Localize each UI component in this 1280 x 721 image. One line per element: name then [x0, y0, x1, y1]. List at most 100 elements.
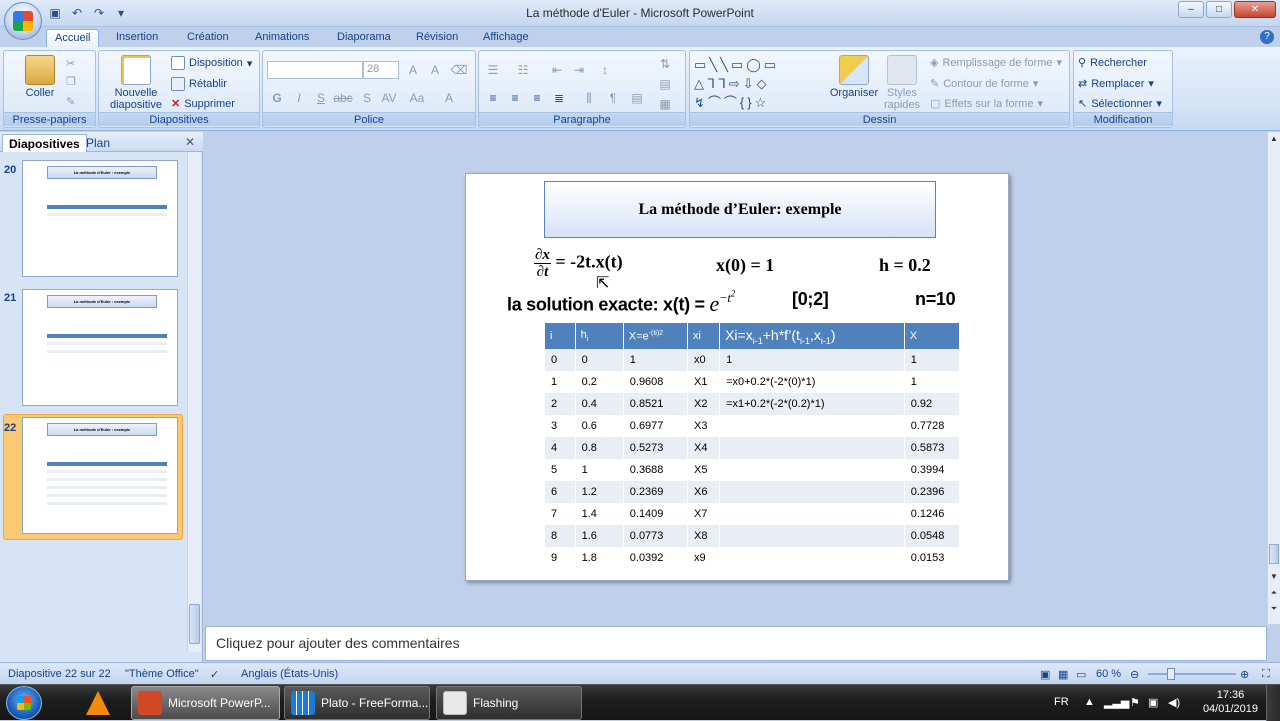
format-painter-icon[interactable]: ✎: [66, 95, 75, 108]
cell-i[interactable]: 8: [545, 525, 576, 547]
euler-table[interactable]: i hi X=e-(ti)2 xi Xi=xi-1+h*f’(ti-1,xi-1…: [545, 323, 961, 569]
grow-font-icon[interactable]: A: [403, 61, 423, 79]
tab-insertion[interactable]: Insertion: [108, 29, 166, 47]
cell-exact[interactable]: 0.6977: [623, 415, 688, 437]
delete-slide-button[interactable]: ✕ Supprimer: [171, 97, 235, 111]
help-icon[interactable]: ?: [1260, 30, 1274, 44]
cell-exact[interactable]: 0.2369: [623, 481, 688, 503]
cell-xi[interactable]: X2: [687, 393, 721, 415]
taskbar-powerpoint[interactable]: Microsoft PowerP...: [131, 686, 280, 720]
font-color-icon[interactable]: A: [439, 89, 459, 107]
clear-format-icon[interactable]: ⌫: [449, 61, 469, 79]
change-case-icon[interactable]: Aa: [407, 89, 427, 107]
network-icon[interactable]: ▣: [1148, 696, 1158, 709]
scroll-up-icon[interactable]: ▲: [1269, 134, 1279, 143]
cell-x[interactable]: 0.1246: [904, 503, 961, 525]
slideshow-view-icon[interactable]: ▭: [1076, 668, 1086, 681]
spellcheck-icon[interactable]: ✓: [210, 668, 219, 681]
cell-hi[interactable]: 0.6: [575, 415, 624, 437]
cell-exact[interactable]: 0.8521: [623, 393, 688, 415]
zoom-slider-knob[interactable]: [1167, 668, 1175, 680]
language-indicator[interactable]: FR: [1054, 696, 1069, 708]
restore-button[interactable]: □: [1206, 1, 1232, 18]
smartart-icon[interactable]: ▦: [655, 95, 675, 113]
quick-styles-button[interactable]: Styles rapides: [880, 55, 924, 111]
bullets-icon[interactable]: ☰: [483, 61, 503, 79]
volume-icon[interactable]: ◀): [1168, 696, 1180, 709]
notes-pane[interactable]: Cliquez pour ajouter des commentaires: [205, 626, 1267, 661]
cell-xi[interactable]: X1: [687, 371, 721, 393]
cell-x[interactable]: 1: [904, 349, 961, 371]
cell-formula[interactable]: [719, 547, 905, 569]
panel-scrollbar[interactable]: [187, 152, 201, 652]
previous-slide-icon[interactable]: ⏶: [1269, 588, 1279, 598]
arrange-button[interactable]: Organiser: [824, 55, 884, 99]
cell-hi[interactable]: 0: [575, 349, 624, 371]
cell-exact[interactable]: 0.0392: [623, 547, 688, 569]
cell-hi[interactable]: 0.2: [575, 371, 624, 393]
n-value[interactable]: n=10: [915, 289, 956, 310]
zoom-out-icon[interactable]: ⊖: [1130, 668, 1139, 681]
vlc-icon[interactable]: [86, 691, 110, 715]
cell-exact[interactable]: 1: [623, 349, 688, 371]
cell-i[interactable]: 7: [545, 503, 576, 525]
cut-icon[interactable]: ✂: [66, 57, 75, 70]
cell-hi[interactable]: 1.4: [575, 503, 624, 525]
cell-x[interactable]: 0.92: [904, 393, 961, 415]
cell-exact[interactable]: 0.3688: [623, 459, 688, 481]
select-button[interactable]: ↖ Sélectionner ▾: [1078, 97, 1162, 111]
close-panel-icon[interactable]: ✕: [185, 135, 195, 149]
char-spacing-icon[interactable]: AV: [379, 89, 399, 107]
cell-hi[interactable]: 1: [575, 459, 624, 481]
initial-condition[interactable]: x(0) = 1: [716, 255, 774, 276]
cell-xi[interactable]: X7: [687, 503, 721, 525]
scroll-down-icon[interactable]: ▼: [1269, 572, 1279, 581]
normal-view-icon[interactable]: ▣: [1040, 668, 1050, 681]
slide-scrollbar[interactable]: ▲ ▼ ⏶ ⏷: [1267, 132, 1280, 624]
slide-canvas[interactable]: La méthode d’Euler: exemple ∂x ∂t = -2t.x…: [465, 173, 1009, 581]
cell-xi[interactable]: x0: [687, 349, 721, 371]
align-left-icon[interactable]: ≡: [483, 89, 503, 107]
cell-hi[interactable]: 1.2: [575, 481, 624, 503]
minimize-button[interactable]: –: [1178, 1, 1204, 18]
justify-icon[interactable]: ≣: [549, 89, 569, 107]
zoom-in-icon[interactable]: ⊕: [1240, 668, 1249, 681]
increase-indent-icon[interactable]: ⇥: [569, 61, 589, 79]
slide-scroll-thumb[interactable]: [1269, 544, 1279, 564]
shapes-gallery[interactable]: ▭╲╲▭◯▭ △ᒣᒣ⇨⇩◇ ↯⌒⌒{}☆: [694, 55, 812, 113]
find-button[interactable]: ⚲ Rechercher: [1078, 56, 1147, 70]
cell-formula[interactable]: =x0+0.2*(-2*(0)*1): [719, 371, 905, 393]
cell-x[interactable]: 0.5873: [904, 437, 961, 459]
slide-thumbnail[interactable]: La méthode d'Euler : exemple: [22, 289, 178, 406]
slide-thumbnail-selected[interactable]: La méthode d'Euler : exemple: [22, 417, 178, 534]
new-slide-button[interactable]: Nouvelle diapositive: [103, 55, 169, 111]
fit-to-window-icon[interactable]: ⛶: [1262, 668, 1270, 681]
cell-xi[interactable]: X3: [687, 415, 721, 437]
panel-scroll-thumb[interactable]: [189, 604, 200, 644]
cell-i[interactable]: 4: [545, 437, 576, 459]
cell-exact[interactable]: 0.9608: [623, 371, 688, 393]
rtl-icon[interactable]: ¶: [603, 89, 623, 107]
ltr-icon[interactable]: ▤: [627, 89, 647, 107]
tab-animations[interactable]: Animations: [247, 29, 317, 47]
cell-exact[interactable]: 0.1409: [623, 503, 688, 525]
tab-slides[interactable]: Diapositives: [2, 134, 87, 152]
numbering-icon[interactable]: ☷: [513, 61, 533, 79]
cell-formula[interactable]: =x1+0.2*(-2*(0.2)*1): [719, 393, 905, 415]
cell-formula[interactable]: [719, 437, 905, 459]
layout-button[interactable]: Disposition ▾: [171, 56, 252, 70]
close-button[interactable]: ✕: [1234, 1, 1276, 18]
signal-icon[interactable]: ▂▃▅: [1104, 696, 1129, 709]
font-name-combo[interactable]: [267, 61, 363, 79]
slide-title[interactable]: La méthode d’Euler: exemple: [544, 181, 936, 238]
decrease-indent-icon[interactable]: ⇤: [547, 61, 567, 79]
language-indicator[interactable]: Anglais (États-Unis): [241, 668, 338, 680]
strikethrough-icon[interactable]: abc: [333, 89, 353, 107]
next-slide-icon[interactable]: ⏷: [1269, 604, 1279, 614]
align-right-icon[interactable]: ≡: [527, 89, 547, 107]
exact-solution[interactable]: la solution exacte: x(t) = e−t2: [507, 289, 735, 317]
cell-x[interactable]: 0.0548: [904, 525, 961, 547]
cell-xi[interactable]: X5: [687, 459, 721, 481]
paste-button[interactable]: Coller: [10, 55, 70, 99]
cell-i[interactable]: 5: [545, 459, 576, 481]
